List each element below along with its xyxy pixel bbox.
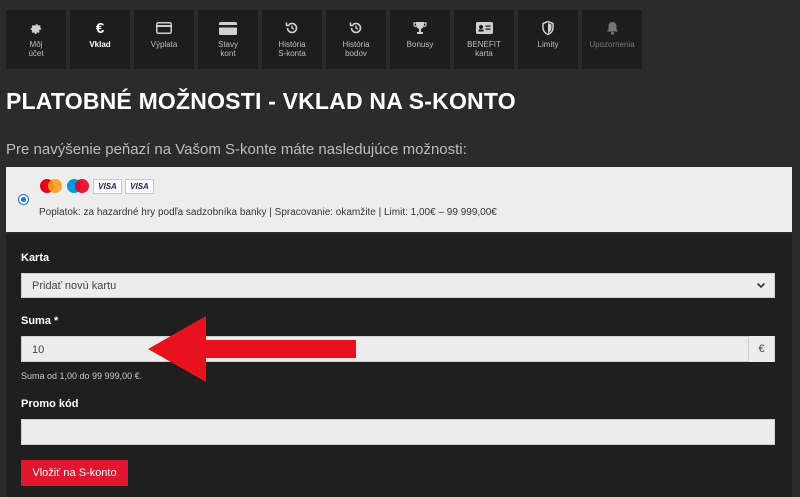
- nav-bonuses[interactable]: Bonusy: [390, 10, 450, 69]
- page-title: PLATOBNÉ MOŽNOSTI - VKLAD NA S-KONTO: [6, 88, 516, 114]
- gear-icon: [30, 20, 43, 36]
- visa-electron-logo-icon: VISA: [125, 178, 154, 194]
- nav-label: Vklad: [89, 40, 111, 49]
- nav-account-balances[interactable]: Stavy kont: [198, 10, 258, 69]
- deposit-submit-button[interactable]: Vložiť na S-konto: [21, 460, 128, 486]
- payment-option-card[interactable]: VISA VISA Poplatok: za hazardné hry podľ…: [6, 167, 792, 232]
- mastercard-logo-icon: [39, 178, 63, 194]
- promo-code-input[interactable]: [21, 419, 775, 445]
- page-subtitle: Pre navýšenie peňazí na Vašom S-konte má…: [6, 141, 467, 158]
- red-arrow-annotation: [148, 316, 356, 382]
- nav-label: Limity: [537, 40, 559, 49]
- history-icon: [349, 20, 363, 36]
- deposit-form: Karta Pridať novú kartu Suma * 10 € Suma…: [6, 234, 792, 497]
- nav-my-account[interactable]: Môj účet: [6, 10, 66, 69]
- account-nav: Môj účet € Vklad Výplata Stavy kont Hist…: [6, 10, 642, 69]
- payment-option-info: Poplatok: za hazardné hry podľa sadzobní…: [39, 207, 497, 218]
- bell-icon: [606, 20, 619, 36]
- nav-label: Upozornenia: [589, 40, 635, 49]
- amount-hint: Suma od 1,00 do 99 999,00 €.: [21, 371, 143, 381]
- card-icon: [156, 20, 172, 36]
- nav-deposit[interactable]: € Vklad: [70, 10, 130, 69]
- card-label: Karta: [21, 252, 50, 264]
- nav-label: Môj účet: [28, 40, 44, 58]
- payment-option-radio[interactable]: [18, 194, 29, 205]
- shield-icon: [542, 20, 554, 36]
- chevron-down-icon: [756, 282, 766, 289]
- nav-label: Bonusy: [406, 40, 434, 49]
- nav-label: Stavy kont: [217, 40, 238, 58]
- promo-code-label: Promo kód: [21, 398, 79, 410]
- nav-label: História S-konta: [278, 40, 306, 58]
- nav-label: BENEFIT karta: [467, 40, 501, 58]
- amount-input[interactable]: 10 €: [21, 336, 775, 362]
- nav-limits[interactable]: Limity: [518, 10, 578, 69]
- card-select-value: Pridať novú kartu: [32, 280, 117, 292]
- card-select[interactable]: Pridať novú kartu: [21, 273, 775, 298]
- id-card-icon: [475, 20, 493, 36]
- currency-addon: €: [748, 336, 774, 362]
- nav-s-account-history[interactable]: História S-konta: [262, 10, 322, 69]
- trophy-icon: [413, 20, 427, 36]
- nav-label: Výplata: [150, 40, 178, 49]
- euro-icon: €: [95, 19, 105, 37]
- amount-label: Suma *: [21, 315, 59, 327]
- history-icon: [285, 20, 299, 36]
- card-brand-logos: VISA VISA: [39, 178, 154, 194]
- amount-value: 10: [32, 344, 45, 356]
- nav-points-history[interactable]: História bodov: [326, 10, 386, 69]
- visa-logo-icon: VISA: [93, 178, 122, 194]
- nav-withdrawal[interactable]: Výplata: [134, 10, 194, 69]
- maestro-logo-icon: [66, 178, 90, 194]
- nav-label: História bodov: [342, 40, 370, 58]
- nav-notifications[interactable]: Upozornenia: [582, 10, 642, 69]
- wallet-icon: [219, 20, 237, 36]
- nav-benefit-card[interactable]: BENEFIT karta: [454, 10, 514, 69]
